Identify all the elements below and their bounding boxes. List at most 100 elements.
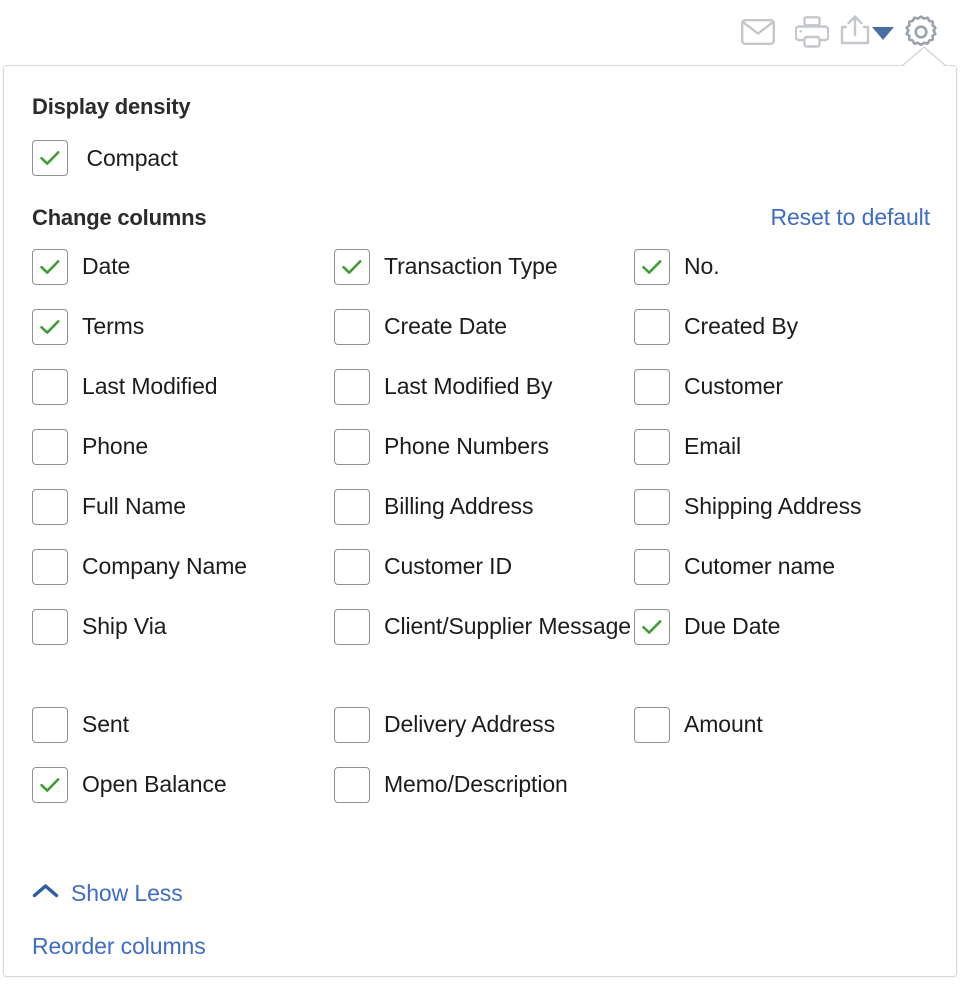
date-checkbox-box[interactable]	[32, 248, 68, 285]
checkbox-company-name[interactable]: Company Name	[32, 547, 334, 586]
show-less-button[interactable]: Show Less	[32, 873, 930, 913]
full-name-checkbox-box[interactable]	[32, 488, 68, 525]
create-date-checkbox-box[interactable]	[334, 308, 370, 345]
company-name-checkbox-box[interactable]	[32, 548, 68, 585]
last-modified-by-label: Last Modified By	[384, 373, 553, 399]
client-supplier-message-checkbox-box[interactable]	[334, 608, 370, 645]
change-columns-header: Change columns Reset to default	[32, 202, 930, 233]
billing-address-label: Billing Address	[384, 493, 534, 519]
sent-label: Sent	[82, 711, 129, 737]
delivery-address-label: Delivery Address	[384, 711, 555, 737]
checkbox-email[interactable]: Email	[634, 427, 936, 466]
checkbox-due-date[interactable]: Due Date	[634, 607, 936, 646]
checkbox-no[interactable]: No.	[634, 247, 936, 286]
checkbox-memo-description[interactable]: Memo/Description	[334, 765, 634, 804]
checkbox-created-by[interactable]: Created By	[634, 307, 936, 346]
grid-cell: Cutomer name	[634, 547, 936, 607]
checkbox-last-modified-by[interactable]: Last Modified By	[334, 367, 634, 406]
checkbox-cutomer-name[interactable]: Cutomer name	[634, 547, 936, 586]
customer-id-checkbox-box[interactable]	[334, 548, 370, 585]
cutomer-name-checkbox-box[interactable]	[634, 548, 670, 585]
grid-cell: Client/Supplier Message	[334, 607, 634, 705]
last-modified-checkbox-box[interactable]	[32, 368, 68, 405]
shipping-address-checkbox-box[interactable]	[634, 488, 670, 525]
phone-numbers-label: Phone Numbers	[384, 433, 549, 459]
create-date-label: Create Date	[384, 313, 507, 339]
compact-label: Compact	[86, 144, 178, 171]
grid-cell: Memo/Description	[334, 765, 634, 863]
checkbox-customer[interactable]: Customer	[634, 367, 936, 406]
amount-checkbox-box[interactable]	[634, 706, 670, 743]
export-button[interactable]	[839, 7, 894, 57]
ship-via-checkbox-box[interactable]	[32, 608, 68, 645]
gear-icon	[903, 14, 939, 50]
phone-checkbox-box[interactable]	[32, 428, 68, 465]
grid-cell: Customer ID	[334, 547, 634, 607]
checkbox-create-date[interactable]: Create Date	[334, 307, 634, 346]
transaction-type-checkbox-box[interactable]	[334, 248, 370, 285]
checkbox-date[interactable]: Date	[32, 247, 334, 286]
no-label: No.	[684, 253, 720, 279]
delivery-address-checkbox-box[interactable]	[334, 706, 370, 743]
grid-cell: Transaction Type	[334, 247, 634, 307]
checkbox-compact[interactable]: Compact	[32, 139, 178, 178]
checkbox-billing-address[interactable]: Billing Address	[334, 487, 634, 526]
reset-to-default-link[interactable]: Reset to default	[770, 202, 930, 232]
checkbox-amount[interactable]: Amount	[634, 705, 936, 744]
grid-cell: Phone	[32, 427, 334, 487]
grid-cell: Shipping Address	[634, 487, 936, 547]
checkbox-terms[interactable]: Terms	[32, 307, 334, 346]
terms-checkbox-box[interactable]	[32, 308, 68, 345]
grid-cell: Last Modified By	[334, 367, 634, 427]
full-name-label: Full Name	[82, 493, 186, 519]
no-checkbox-box[interactable]	[634, 248, 670, 285]
checkbox-sent[interactable]: Sent	[32, 705, 334, 744]
email-checkbox-box[interactable]	[634, 428, 670, 465]
email-button[interactable]	[731, 7, 785, 57]
check-icon	[342, 259, 362, 274]
checkbox-phone-numbers[interactable]: Phone Numbers	[334, 427, 634, 466]
reorder-columns-link[interactable]: Reorder columns	[32, 933, 206, 960]
grid-cell: Create Date	[334, 307, 634, 367]
last-modified-by-checkbox-box[interactable]	[334, 368, 370, 405]
check-icon	[642, 259, 662, 274]
checkbox-shipping-address[interactable]: Shipping Address	[634, 487, 936, 526]
grid-cell: Created By	[634, 307, 936, 367]
display-density-title: Display density	[32, 94, 191, 119]
open-balance-label: Open Balance	[82, 771, 227, 797]
company-name-label: Company Name	[82, 553, 247, 579]
change-columns-title: Change columns	[32, 205, 207, 230]
grid-cell: Phone Numbers	[334, 427, 634, 487]
billing-address-checkbox-box[interactable]	[334, 488, 370, 525]
customer-checkbox-box[interactable]	[634, 368, 670, 405]
checkbox-phone[interactable]: Phone	[32, 427, 334, 466]
checkbox-client-supplier-message[interactable]: Client/Supplier Message	[334, 607, 634, 646]
checkbox-transaction-type[interactable]: Transaction Type	[334, 247, 634, 286]
open-balance-checkbox-box[interactable]	[32, 766, 68, 803]
created-by-checkbox-box[interactable]	[634, 308, 670, 345]
compact-checkbox-box[interactable]	[32, 140, 68, 176]
checkbox-open-balance[interactable]: Open Balance	[32, 765, 334, 804]
check-icon	[40, 259, 60, 274]
memo-description-checkbox-box[interactable]	[334, 766, 370, 803]
grid-cell: Email	[634, 427, 936, 487]
due-date-checkbox-box[interactable]	[634, 608, 670, 645]
grid-cell: Full Name	[32, 487, 334, 547]
popover-footer: Show Less Reorder columns	[32, 873, 930, 960]
grid-cell: Billing Address	[334, 487, 634, 547]
customer-label: Customer	[684, 373, 783, 399]
grid-cell: Due Date	[634, 607, 936, 705]
checkbox-ship-via[interactable]: Ship Via	[32, 607, 334, 646]
chevron-up-icon	[32, 883, 59, 904]
checkbox-customer-id[interactable]: Customer ID	[334, 547, 634, 586]
amount-label: Amount	[684, 711, 763, 737]
created-by-label: Created By	[684, 313, 799, 339]
checkbox-delivery-address[interactable]: Delivery Address	[334, 705, 634, 744]
checkbox-last-modified[interactable]: Last Modified	[32, 367, 334, 406]
phone-label: Phone	[82, 433, 149, 459]
check-icon	[40, 319, 60, 334]
print-button[interactable]	[785, 7, 839, 57]
checkbox-full-name[interactable]: Full Name	[32, 487, 334, 526]
phone-numbers-checkbox-box[interactable]	[334, 428, 370, 465]
sent-checkbox-box[interactable]	[32, 706, 68, 743]
